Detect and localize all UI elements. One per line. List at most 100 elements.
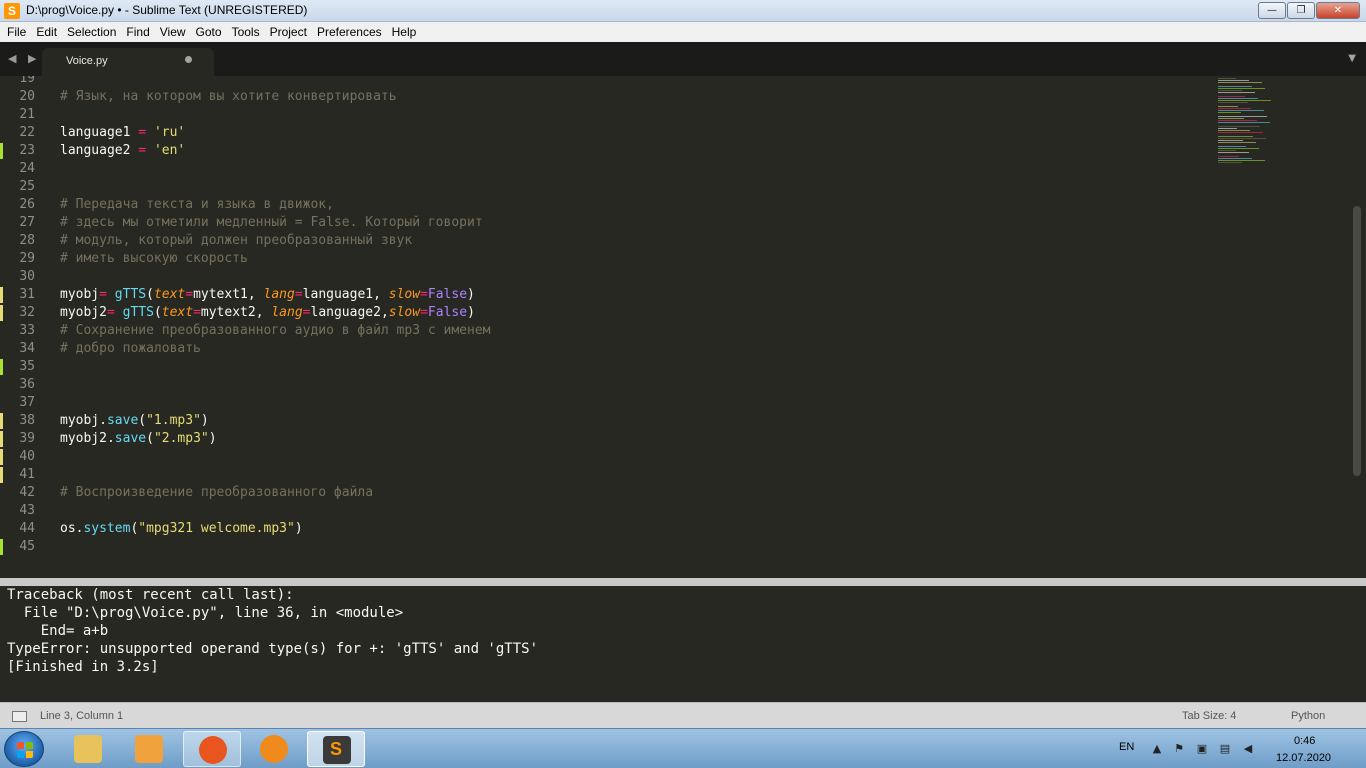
code-line[interactable]: 24 [0, 160, 1200, 178]
code-token: mytext1, [193, 287, 264, 302]
panel-toggle-icon[interactable] [12, 711, 27, 722]
menu-tools[interactable]: Tools [227, 22, 265, 42]
menu-preferences[interactable]: Preferences [312, 22, 387, 42]
menu-project[interactable]: Project [265, 22, 312, 42]
show-hidden-icons-icon[interactable]: ▲ [1150, 743, 1164, 755]
minimap-line [1218, 96, 1245, 97]
minimap-line [1218, 138, 1266, 139]
tab-nav-arrows-icon[interactable]: ◀ ▶ [8, 52, 40, 65]
code-line[interactable]: 27 # здесь мы отметили медленный = False.… [0, 214, 1200, 232]
tab-voice-py[interactable]: Voice.py [42, 48, 214, 76]
code-token: ( [138, 413, 147, 428]
taskbar-firefox-button[interactable] [183, 731, 241, 767]
minimap-line [1218, 150, 1236, 151]
start-button[interactable] [4, 731, 44, 767]
minimap[interactable] [1218, 76, 1278, 176]
console-line: End= a+b [7, 623, 109, 639]
network-icon[interactable]: ▤ [1218, 743, 1232, 755]
code-line[interactable]: 23 language2 = 'en' [0, 142, 1200, 160]
code-text: language2 = 'en' [60, 142, 185, 160]
taskbar-sublime-text-button[interactable]: S [307, 731, 365, 767]
line-number: 24 [19, 161, 35, 176]
menu-selection[interactable]: Selection [62, 22, 121, 42]
code-line[interactable]: 42 # Воспроизведение преобразованного фай… [0, 484, 1200, 502]
cursor-position[interactable]: Line 3, Column 1 [40, 710, 123, 722]
maximize-button[interactable]: ❐ [1287, 2, 1315, 19]
code-token: = [193, 305, 201, 320]
code-line[interactable]: 33 # Сохранение преобразованного аудио в … [0, 322, 1200, 340]
code-line[interactable]: 40 [0, 448, 1200, 466]
code-line[interactable]: 26 # Передача текста и языка в движок, [0, 196, 1200, 214]
volume-icon[interactable]: ◀ [1241, 743, 1255, 755]
code-line[interactable]: 22 language1 = 'ru' [0, 124, 1200, 142]
taskbar-media-player-button[interactable] [120, 731, 178, 767]
code-token: text [153, 287, 186, 302]
code-line[interactable]: 38 myobj.save("1.mp3") [0, 412, 1200, 430]
code-token: "1.mp3" [146, 413, 201, 428]
syntax-mode[interactable]: Python [1291, 710, 1325, 722]
close-button[interactable]: ✕ [1316, 2, 1360, 19]
tab-size[interactable]: Tab Size: 4 [1182, 710, 1236, 722]
minimap-line [1218, 92, 1255, 93]
minimap-line [1218, 130, 1250, 131]
menu-help[interactable]: Help [387, 22, 422, 42]
menu-edit[interactable]: Edit [31, 22, 62, 42]
code-line[interactable]: 19 [0, 76, 1200, 88]
code-line[interactable]: 34 # добро пожаловать [0, 340, 1200, 358]
code-line[interactable]: 28 # модуль, который должен преобразованн… [0, 232, 1200, 250]
editor-scrollbar[interactable] [1353, 206, 1361, 476]
panel-splitter[interactable] [0, 578, 1366, 586]
code-line[interactable]: 20 # Язык, на котором вы хотите конвертир… [0, 88, 1200, 106]
window-title: D:\prog\Voice.py • - Sublime Text (UNREG… [26, 3, 308, 17]
code-line[interactable]: 44 os.system("mpg321 welcome.mp3") [0, 520, 1200, 538]
code-token: ) [467, 305, 475, 320]
code-token: ( [153, 305, 162, 320]
minimap-line [1218, 162, 1242, 163]
menu-view[interactable]: View [155, 22, 191, 42]
code-line[interactable]: 45 [0, 538, 1200, 556]
code-line[interactable]: 39 myobj2.save("2.mp3") [0, 430, 1200, 448]
code-line[interactable]: 21 [0, 106, 1200, 124]
console-line: [Finished in 3.2s] [7, 659, 159, 675]
code-token: = [138, 125, 147, 140]
code-line[interactable]: 43 [0, 502, 1200, 520]
menu-file[interactable]: File [2, 22, 31, 42]
code-token: ) [208, 431, 217, 446]
uc-browser-icon [260, 735, 288, 763]
minimize-button[interactable]: — [1258, 2, 1286, 19]
clock-date[interactable]: 12.07.2020 [1276, 752, 1331, 764]
modified-dot-icon[interactable] [185, 56, 192, 63]
line-number: 44 [19, 521, 35, 536]
minimap-line [1218, 120, 1257, 121]
code-line[interactable]: 32 myobj2= gTTS(text=mytext2, lang=langua… [0, 304, 1200, 322]
minimap-line [1218, 136, 1253, 137]
code-line[interactable]: 35 [0, 358, 1200, 376]
code-text: myobj= gTTS(text=mytext1, lang=language1… [60, 286, 475, 304]
input-language[interactable]: EN [1119, 741, 1134, 753]
code-line[interactable]: 30 [0, 268, 1200, 286]
action-center-icon[interactable]: ⚑ [1172, 743, 1186, 755]
code-line[interactable]: 41 [0, 466, 1200, 484]
taskbar-explorer-button[interactable] [59, 731, 117, 767]
tab-dropdown-icon[interactable]: ▼ [1348, 53, 1356, 64]
line-number: 34 [19, 341, 35, 356]
clock-time[interactable]: 0:46 [1294, 735, 1315, 747]
menu-goto[interactable]: Goto [191, 22, 227, 42]
build-output-panel: Traceback (most recent call last): File … [0, 586, 1366, 702]
taskbar-uc-browser-button[interactable] [245, 731, 303, 767]
code-line[interactable]: 36 [0, 376, 1200, 394]
window-controls: — ❐ ✕ [1258, 2, 1360, 19]
code-line[interactable]: 37 [0, 394, 1200, 412]
code-token: slow [388, 305, 421, 320]
code-line[interactable]: 25 [0, 178, 1200, 196]
line-number: 23 [19, 143, 35, 158]
device-icon[interactable]: ▣ [1195, 743, 1209, 755]
folder-icon [74, 735, 102, 763]
code-token: slow [388, 287, 421, 302]
line-number: 33 [19, 323, 35, 338]
code-line[interactable]: 29 # иметь высокую скорость [0, 250, 1200, 268]
code-editor[interactable]: 19 20 # Язык, на котором вы хотите конверт… [0, 76, 1366, 578]
menu-find[interactable]: Find [121, 22, 154, 42]
code-token: # здесь мы отметили медленный = False. К… [60, 215, 483, 230]
code-line[interactable]: 31 myobj= gTTS(text=mytext1, lang=languag… [0, 286, 1200, 304]
